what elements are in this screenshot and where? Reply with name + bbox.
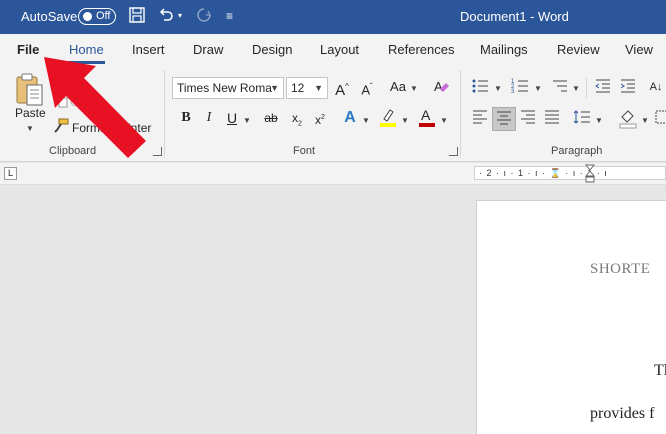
title-bar: AutoSave Off ▾ ≡ Document1 - Word xyxy=(0,0,666,34)
chevron-down-icon[interactable]: ▼ xyxy=(641,116,649,125)
chevron-down-icon[interactable]: ▼ xyxy=(401,116,409,125)
document-text-line: provides f xyxy=(590,405,655,422)
tab-mailings[interactable]: Mailings xyxy=(480,42,528,57)
tab-file[interactable]: File xyxy=(17,42,39,57)
strikethrough-icon[interactable]: ab xyxy=(261,108,281,128)
tab-view[interactable]: View xyxy=(625,42,653,57)
justify-icon[interactable] xyxy=(542,108,562,128)
clear-formatting-icon[interactable]: A xyxy=(432,77,452,97)
numbering-icon[interactable]: 123 xyxy=(510,77,530,97)
chevron-down-icon[interactable]: ▼ xyxy=(595,116,603,125)
clipboard-group-label: Clipboard xyxy=(49,145,97,157)
chevron-down-icon[interactable]: ▼ xyxy=(534,84,542,93)
ribbon-tabs: File Home Insert Draw Design Layout Refe… xyxy=(0,34,666,66)
tab-insert[interactable]: Insert xyxy=(132,42,165,57)
toggle-knob xyxy=(83,12,92,21)
tab-draw[interactable]: Draw xyxy=(193,42,223,57)
save-icon[interactable] xyxy=(128,6,148,26)
align-center-icon[interactable] xyxy=(494,109,514,129)
document-title: Document1 - Word xyxy=(460,9,569,24)
ribbon: Paste ▼ Copy Format Painter Clipboard Ti… xyxy=(0,66,666,162)
document-page[interactable]: SHORTE Tl provides f xyxy=(476,200,666,434)
format-painter-label[interactable]: Format Painter xyxy=(72,121,151,135)
line-spacing-icon[interactable] xyxy=(572,108,592,128)
italic-icon[interactable]: I xyxy=(199,108,219,128)
tab-review[interactable]: Review xyxy=(557,42,600,57)
shrink-font-icon[interactable]: Aˇ xyxy=(357,77,377,97)
chevron-down-icon[interactable]: ▼ xyxy=(494,84,502,93)
autosave-label: AutoSave xyxy=(21,9,78,24)
redo-icon[interactable] xyxy=(195,6,215,26)
customize-toolbar-icon[interactable]: ≡ xyxy=(226,6,246,26)
tab-design[interactable]: Design xyxy=(252,42,292,57)
underline-icon[interactable]: U xyxy=(222,108,242,128)
document-text-line: Tl xyxy=(654,362,666,379)
text-effects-icon[interactable]: A xyxy=(340,108,360,128)
paste-label[interactable]: Paste xyxy=(15,106,46,120)
svg-text:A: A xyxy=(434,79,443,94)
shading-icon[interactable] xyxy=(618,107,638,129)
paste-dropdown-icon[interactable]: ▼ xyxy=(26,124,34,133)
document-heading: SHORTE xyxy=(590,261,651,277)
copy-label[interactable]: Copy xyxy=(70,95,98,109)
decrease-indent-icon[interactable] xyxy=(593,77,613,97)
font-launcher-icon[interactable] xyxy=(449,147,458,156)
bold-icon[interactable]: B xyxy=(176,108,196,128)
tab-stop-selector[interactable]: L xyxy=(4,167,17,180)
tab-home[interactable]: Home xyxy=(69,42,104,57)
group-divider xyxy=(586,78,587,98)
format-painter-icon[interactable] xyxy=(53,118,69,139)
font-group-label: Font xyxy=(293,145,316,157)
autosave-toggle[interactable]: Off xyxy=(78,8,116,25)
font-size-value: 12 xyxy=(291,81,305,95)
horizontal-ruler[interactable]: · 2 · ı · 1 · ı · ⌛ · ı · 1 · ı xyxy=(474,166,666,180)
chevron-down-icon: ▼ xyxy=(270,83,279,93)
ruler-bar: L · 2 · ı · 1 · ı · ⌛ · ı · 1 · ı xyxy=(0,163,666,185)
chevron-down-icon: ▼ xyxy=(314,83,323,93)
grow-font-icon[interactable]: A^ xyxy=(332,77,352,99)
increase-indent-icon[interactable] xyxy=(618,77,638,97)
chevron-down-icon[interactable]: ▼ xyxy=(362,116,370,125)
subscript-icon[interactable]: x2 xyxy=(287,108,307,128)
undo-icon[interactable] xyxy=(157,6,177,26)
sort-icon[interactable]: A↓ xyxy=(646,77,666,97)
chevron-down-icon[interactable]: ▼ xyxy=(243,116,251,125)
group-divider xyxy=(164,70,165,158)
paragraph-group-label: Paragraph xyxy=(551,145,603,157)
svg-text:A: A xyxy=(421,107,431,123)
font-name-value: Times New Roma xyxy=(177,81,272,95)
chevron-down-icon[interactable]: ▼ xyxy=(410,84,418,93)
highlight-icon[interactable] xyxy=(378,106,398,127)
align-right-icon[interactable] xyxy=(518,108,538,128)
autosave-state: Off xyxy=(96,10,111,22)
multilevel-list-icon[interactable] xyxy=(550,77,570,97)
copy-icon[interactable] xyxy=(54,94,68,113)
align-left-icon[interactable] xyxy=(470,108,490,128)
bullets-icon[interactable] xyxy=(470,77,490,97)
active-tab-indicator xyxy=(68,61,105,64)
tab-layout[interactable]: Layout xyxy=(320,42,359,57)
change-case-icon[interactable]: Aa xyxy=(388,77,408,97)
indent-marker-icon[interactable] xyxy=(584,164,596,189)
superscript-icon[interactable]: x2 xyxy=(310,108,330,128)
svg-text:3: 3 xyxy=(511,89,515,95)
font-color-icon[interactable]: A xyxy=(417,106,437,127)
chevron-down-icon[interactable]: ▼ xyxy=(440,116,448,125)
font-name-combo[interactable]: Times New Roma ▼ xyxy=(172,77,284,99)
font-size-combo[interactable]: 12 ▼ xyxy=(286,77,328,99)
tab-references[interactable]: References xyxy=(388,42,454,57)
borders-icon[interactable] xyxy=(652,108,666,128)
clipboard-launcher-icon[interactable] xyxy=(153,147,162,156)
group-divider xyxy=(460,70,461,158)
chevron-down-icon[interactable]: ▼ xyxy=(572,84,580,93)
